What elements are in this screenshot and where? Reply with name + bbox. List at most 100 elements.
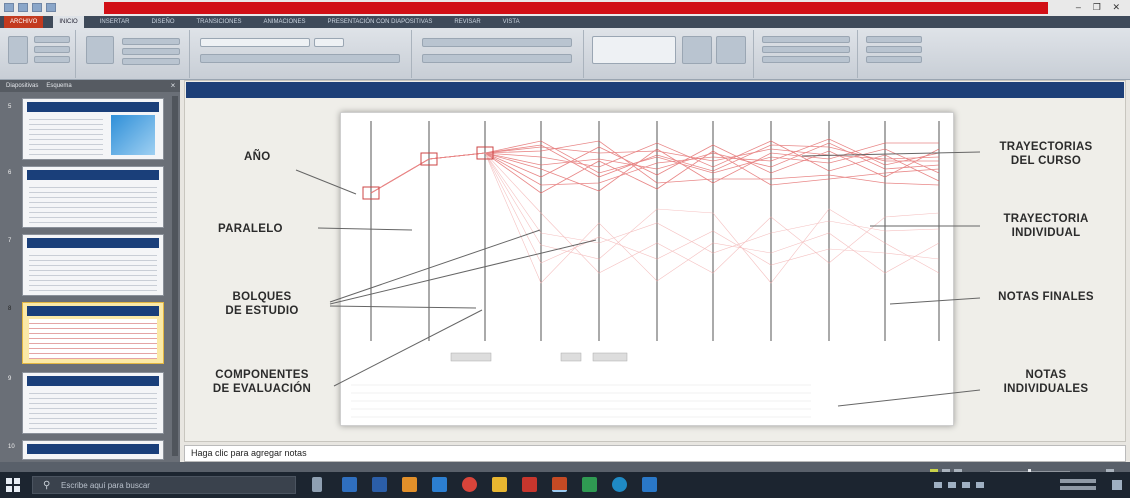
slide-thumbnail-8[interactable] [22,302,164,364]
label-trayectoria-individual: TRAYECTORIA INDIVIDUAL [978,212,1114,240]
label-trayectoria-line1: TRAYECTORIA [1003,213,1089,225]
label-componentes-line1: COMPONENTES [215,369,309,381]
label-notas-individuales: NOTAS INDIVIDUALES [978,368,1114,396]
font-name-select[interactable] [200,38,310,47]
clipboard-group [2,30,76,78]
paragraph-buttons-row1[interactable] [422,38,572,47]
font-size-select[interactable] [314,38,344,47]
replace-button[interactable] [866,46,922,53]
layout-button[interactable] [122,38,180,45]
slide-thumbnail-6[interactable] [22,166,164,228]
editing-group [860,30,930,78]
shape-outline-button[interactable] [762,46,850,53]
tab-view[interactable]: VISTA [497,16,526,28]
chrome-icon[interactable] [462,477,477,492]
label-bloques: BOLQUES DE ESTUDIO [206,290,318,318]
font-group [192,30,412,78]
shapes-gallery[interactable] [592,36,676,64]
taskbar-search-input[interactable]: ⚲ Escribe aquí para buscar [32,476,296,494]
label-notas-finales: NOTAS FINALES [998,291,1094,303]
slide-number: 7 [8,238,12,244]
label-trayectorias: TRAYECTORIAS DEL CURSO [978,140,1114,168]
zoom-controls[interactable] [930,463,1120,475]
undo-icon[interactable] [32,3,42,12]
slide-number: 8 [8,306,12,312]
quick-styles-button[interactable] [716,36,746,64]
select-button[interactable] [866,56,922,63]
tab-insert[interactable]: INSERTAR [94,16,136,28]
label-bloques-line2: DE ESTUDIO [225,305,299,317]
quick-access-toolbar[interactable] [4,3,82,13]
excel-icon[interactable] [582,477,597,492]
close-panel-icon[interactable]: × [168,81,178,91]
browser-icon[interactable] [612,477,627,492]
slides-group [78,30,190,78]
slides-panel-tabs: Diapositivas Esquema [0,80,180,92]
save-icon[interactable] [18,3,28,12]
label-trayectorias-line1: TRAYECTORIAS [999,141,1093,153]
shape-format-group [756,30,858,78]
copy-button[interactable] [34,46,70,53]
tab-slideshow[interactable]: PRESENTACIÓN CON DIAPOSITIVAS [322,16,439,28]
slide-number: 9 [8,376,12,382]
slide-thumbnail-5[interactable] [22,98,164,160]
slides-scrollbar[interactable] [172,96,178,456]
store-icon[interactable] [372,477,387,492]
slide-number: 5 [8,104,12,110]
slide-number: 6 [8,170,12,176]
window-controls[interactable]: – ❐ ✕ [1070,2,1126,14]
reset-button[interactable] [122,48,180,55]
tab-outline[interactable]: Esquema [46,83,71,89]
label-componentes-line2: DE EVALUACIÓN [212,383,312,395]
tab-design[interactable]: DISEÑO [145,16,180,28]
find-button[interactable] [866,36,922,43]
tab-transitions[interactable]: TRANSICIONES [191,16,248,28]
word-icon[interactable] [642,477,657,492]
ribbon-tabs: ARCHIVO INICIO INSERTAR DISEÑO TRANSICIO… [0,16,1130,28]
redo-icon[interactable] [46,3,56,12]
restore-icon[interactable]: ❐ [1093,2,1101,14]
arrange-button[interactable] [682,36,712,64]
label-notas-line1: NOTAS [1025,369,1067,381]
label-trayectorias-line2: DEL CURSO [1010,155,1082,167]
windows-start-icon[interactable] [6,478,20,492]
section-button[interactable] [122,58,180,65]
tab-animations[interactable]: ANIMACIONES [258,16,312,28]
new-slide-button[interactable] [86,36,114,64]
drawing-group [586,30,754,78]
shape-fill-button[interactable] [762,36,850,43]
tab-file[interactable]: ARCHIVO [4,16,44,28]
vlc-icon[interactable] [402,477,417,492]
acrobat-icon[interactable] [522,477,537,492]
slide-thumbnail-7[interactable] [22,234,164,296]
file-explorer-icon[interactable] [492,477,507,492]
slide-number: 10 [8,444,15,450]
task-view-icon[interactable] [312,477,322,492]
ribbon [0,28,1130,80]
tab-slides[interactable]: Diapositivas [6,83,38,89]
label-trayectoria-line2: INDIVIDUAL [1011,227,1081,239]
cut-button[interactable] [34,36,70,43]
format-painter-button[interactable] [34,56,70,63]
system-tray[interactable] [930,476,1126,494]
slide-thumbnail-10[interactable] [22,440,164,460]
search-icon: ⚲ [43,480,51,491]
edge-icon[interactable] [342,477,357,492]
font-format-buttons[interactable] [200,54,400,63]
tab-home[interactable]: INICIO [53,16,84,28]
minimize-icon[interactable]: – [1076,2,1081,14]
paste-button[interactable] [8,36,28,64]
notes-pane[interactable]: Haga clic para agregar notas [184,445,1126,462]
mail-icon[interactable] [432,477,447,492]
paragraph-group [414,30,584,78]
close-icon[interactable]: ✕ [1113,2,1121,14]
label-notas-line2: INDIVIDUALES [1003,383,1089,395]
powerpoint-icon[interactable] [552,477,567,492]
tab-review[interactable]: REVISAR [448,16,486,28]
shape-effects-button[interactable] [762,56,850,63]
paragraph-buttons-row2[interactable] [422,54,572,63]
taskbar: ⚲ Escribe aquí para buscar [0,472,1130,498]
slide-thumbnail-9[interactable] [22,372,164,434]
label-bloques-line1: BOLQUES [232,291,292,303]
app-icon [4,3,14,12]
